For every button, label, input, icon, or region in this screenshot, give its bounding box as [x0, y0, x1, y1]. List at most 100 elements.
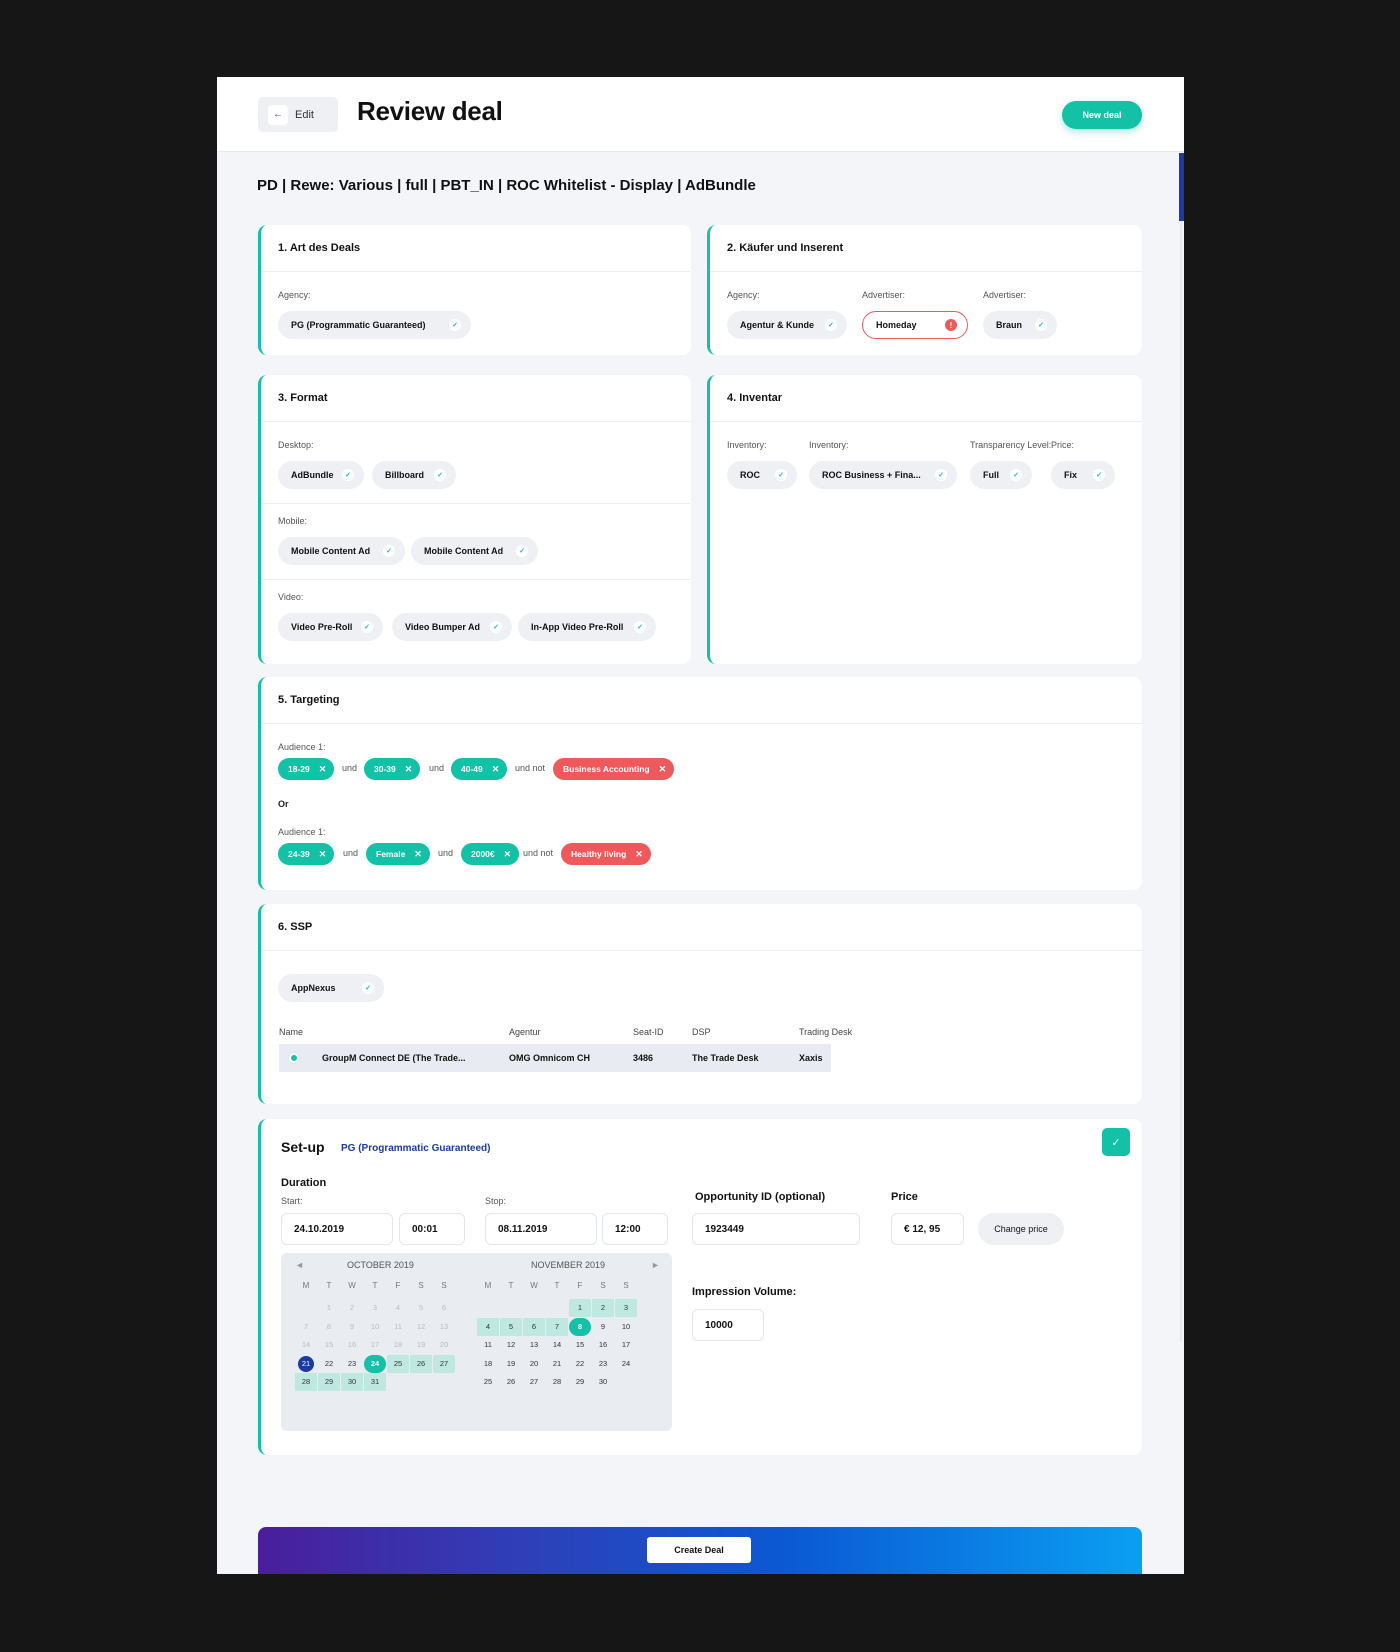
audience-tag[interactable]: Female ✕ — [366, 843, 430, 865]
calendar-day[interactable]: 8 — [318, 1318, 340, 1336]
calendar-day[interactable]: 9 — [592, 1318, 614, 1336]
format-chip-inapp-preroll[interactable]: In-App Video Pre-Roll ✓ — [518, 613, 656, 641]
calendar-day[interactable]: 29 — [569, 1373, 591, 1391]
close-icon[interactable]: ✕ — [414, 849, 422, 860]
price-type-chip[interactable]: Fix ✓ — [1051, 461, 1115, 489]
confirm-check-button[interactable]: ✓ — [1102, 1128, 1130, 1156]
calendar-day[interactable]: 7 — [546, 1317, 568, 1336]
calendar-day[interactable]: 3 — [364, 1299, 386, 1317]
calendar-day[interactable]: 14 — [295, 1336, 317, 1354]
calendar-day[interactable]: 10 — [615, 1318, 637, 1336]
calendar-day[interactable]: 24 — [364, 1354, 386, 1373]
advertiser-chip-error[interactable]: Homeday! — [862, 311, 968, 339]
edit-back-button[interactable]: ← Edit — [258, 97, 338, 132]
start-date-input[interactable]: 24.10.2019 — [281, 1213, 393, 1245]
calendar-day[interactable]: 9 — [341, 1318, 363, 1336]
calendar-day[interactable]: 12 — [500, 1336, 522, 1354]
calendar-day[interactable]: 1 — [569, 1299, 591, 1317]
advertiser2-chip[interactable]: Braun ✓ — [983, 311, 1057, 339]
new-deal-button[interactable]: New deal — [1062, 101, 1142, 129]
audience-tag-excluded[interactable]: Business Accounting ✕ — [553, 758, 675, 780]
format-chip-mobile-2[interactable]: Mobile Content Ad ✓ — [411, 537, 538, 565]
scrollbar-thumb[interactable] — [1179, 153, 1184, 221]
scrollbar-track[interactable] — [1180, 221, 1182, 1341]
format-chip-adbundle[interactable]: AdBundle ✓ — [278, 461, 364, 489]
prev-month-icon[interactable]: ◄ — [295, 1260, 304, 1270]
calendar-day[interactable]: 6 — [523, 1317, 545, 1336]
calendar-day[interactable]: 28 — [546, 1373, 568, 1391]
calendar-day[interactable]: 19 — [410, 1336, 432, 1354]
calendar-day[interactable]: 1 — [318, 1299, 340, 1317]
close-icon[interactable]: ✕ — [659, 764, 667, 775]
close-icon[interactable]: ✕ — [319, 849, 327, 860]
calendar-day[interactable]: 6 — [433, 1299, 455, 1317]
calendar-day[interactable]: 20 — [523, 1355, 545, 1373]
opportunity-id-input[interactable]: 1923449 — [692, 1213, 860, 1245]
calendar-day[interactable]: 4 — [477, 1317, 499, 1336]
calendar-day[interactable]: 13 — [433, 1318, 455, 1336]
calendar-day[interactable]: 25 — [387, 1354, 409, 1373]
calendar-day[interactable]: 22 — [318, 1355, 340, 1373]
calendar-day[interactable]: 13 — [523, 1336, 545, 1354]
change-price-button[interactable]: Change price — [978, 1213, 1064, 1245]
calendar-day[interactable]: 19 — [500, 1355, 522, 1373]
calendar-day[interactable]: 3 — [615, 1299, 637, 1317]
calendar-day[interactable]: 11 — [477, 1336, 499, 1354]
ssp-chip-appnexus[interactable]: AppNexus ✓ — [278, 974, 384, 1002]
calendar-day[interactable]: 2 — [592, 1299, 614, 1317]
calendar-day[interactable]: 7 — [295, 1318, 317, 1336]
calendar-day[interactable]: 18 — [387, 1336, 409, 1354]
calendar-day[interactable]: 16 — [592, 1336, 614, 1354]
calendar-day[interactable]: 12 — [410, 1318, 432, 1336]
calendar-day[interactable]: 29 — [318, 1373, 340, 1391]
calendar-day[interactable]: 5 — [410, 1299, 432, 1317]
calendar-day[interactable]: 26 — [410, 1354, 432, 1373]
today-marker[interactable]: 21 — [298, 1355, 314, 1372]
calendar-day[interactable]: 24 — [615, 1355, 637, 1373]
close-icon[interactable]: ✕ — [635, 849, 643, 860]
calendar-day[interactable]: 25 — [477, 1373, 499, 1391]
calendar-day[interactable]: 23 — [341, 1355, 363, 1373]
audience-tag[interactable]: 40-49 ✕ — [451, 758, 508, 780]
calendar-day[interactable]: 17 — [364, 1336, 386, 1354]
calendar-day[interactable]: 31 — [364, 1373, 386, 1391]
price-input[interactable]: € 12, 95 — [891, 1213, 964, 1245]
audience-tag[interactable]: 18-29 ✕ — [278, 758, 335, 780]
next-month-icon[interactable]: ► — [651, 1260, 660, 1270]
close-icon[interactable]: ✕ — [492, 764, 500, 775]
calendar-day[interactable]: 8 — [569, 1317, 591, 1336]
audience-tag[interactable]: 2000€ ✕ — [461, 843, 520, 865]
calendar-day[interactable]: 5 — [500, 1317, 522, 1336]
inventory-chip-roc[interactable]: ROC ✓ — [727, 461, 797, 489]
calendar-day[interactable]: 18 — [477, 1355, 499, 1373]
format-chip-video-preroll[interactable]: Video Pre-Roll ✓ — [278, 613, 383, 641]
stop-date-input[interactable]: 08.11.2019 — [485, 1213, 597, 1245]
close-icon[interactable]: ✕ — [319, 764, 327, 775]
calendar-day[interactable]: 14 — [546, 1336, 568, 1354]
calendar-day[interactable]: 26 — [500, 1373, 522, 1391]
calendar-day[interactable]: 28 — [295, 1373, 317, 1391]
calendar-day[interactable]: 15 — [569, 1336, 591, 1354]
calendar-day[interactable]: 22 — [569, 1355, 591, 1373]
row-radio[interactable] — [289, 1053, 299, 1063]
inventory-chip-roc-business[interactable]: ROC Business + Fina... ✓ — [809, 461, 957, 489]
calendar-day[interactable]: 30 — [341, 1373, 363, 1391]
agency-chip[interactable]: Agentur & Kunde ✓ — [727, 311, 847, 339]
transparency-chip[interactable]: Full ✓ — [970, 461, 1032, 489]
calendar-day[interactable]: 30 — [592, 1373, 614, 1391]
create-deal-button[interactable]: Create Deal — [647, 1537, 751, 1563]
calendar-day[interactable]: 16 — [341, 1336, 363, 1354]
calendar-day[interactable]: 20 — [433, 1336, 455, 1354]
format-chip-mobile-1[interactable]: Mobile Content Ad ✓ — [278, 537, 405, 565]
calendar-day[interactable]: 15 — [318, 1336, 340, 1354]
audience-tag[interactable]: 30-39 ✕ — [364, 758, 421, 780]
table-row[interactable]: GroupM Connect DE (The Trade... OMG Omni… — [279, 1044, 831, 1072]
calendar-day[interactable]: 17 — [615, 1336, 637, 1354]
calendar-day[interactable]: 11 — [387, 1318, 409, 1336]
calendar-day[interactable]: 4 — [387, 1299, 409, 1317]
stop-time-input[interactable]: 12:00 — [602, 1213, 668, 1245]
impression-volume-input[interactable]: 10000 — [692, 1309, 764, 1341]
format-chip-video-bumper[interactable]: Video Bumper Ad ✓ — [392, 613, 512, 641]
calendar-day[interactable]: 2 — [341, 1299, 363, 1317]
calendar-day[interactable]: 23 — [592, 1355, 614, 1373]
